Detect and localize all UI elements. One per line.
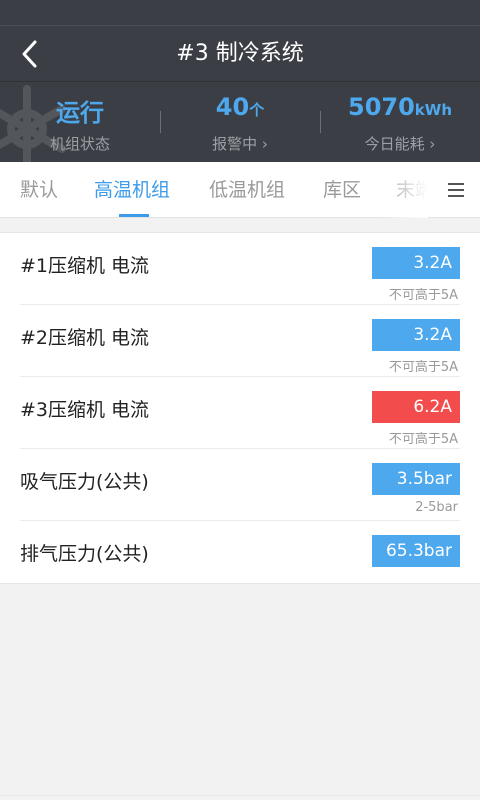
stat-divider <box>160 111 161 133</box>
back-arrow-icon <box>22 40 37 68</box>
tab-terminal[interactable]: 末端 <box>396 162 428 218</box>
back-button[interactable] <box>10 34 50 74</box>
stat-label: 机组状态 <box>49 135 110 153</box>
tab-bar: 默认 高温机组 低温机组 库区 末端 <box>0 162 480 218</box>
bottom-divider <box>0 795 480 796</box>
list-item[interactable]: #3压缩机 电流 6.2A 不可高于5A <box>0 377 480 449</box>
list-item[interactable]: #2压缩机 电流 3.2A 不可高于5A <box>0 305 480 377</box>
stat-unit: kWh <box>414 101 452 119</box>
tab-scroll[interactable]: 默认 高温机组 低温机组 库区 末端 <box>0 162 428 218</box>
item-value-badge: 65.3bar <box>372 535 460 567</box>
item-name: #2压缩机 电流 <box>20 327 150 349</box>
list-item[interactable]: #1压缩机 电流 3.2A 不可高于5A <box>0 233 480 305</box>
stat-energy[interactable]: 5070kWh 今日能耗 › <box>320 83 480 162</box>
item-value-badge: 3.2A <box>372 247 460 279</box>
header: #3 制冷系统 运行 机组状态 40个 报警中 › 5070kWh 今日能耗 › <box>0 26 480 162</box>
stats-bar: 运行 机组状态 40个 报警中 › 5070kWh 今日能耗 › <box>0 83 480 162</box>
stat-unit: 个 <box>249 101 265 119</box>
item-value-badge: 3.2A <box>372 319 460 351</box>
stat-divider <box>320 111 321 133</box>
stat-label: 今日能耗 › <box>364 135 436 153</box>
status-bar <box>0 0 480 26</box>
item-name: #3压缩机 电流 <box>20 399 150 421</box>
stat-value: 40 <box>215 93 250 121</box>
item-name: 排气压力(公共) <box>20 543 149 565</box>
hamburger-menu-icon <box>448 182 464 198</box>
title-bar: #3 制冷系统 <box>0 26 480 82</box>
item-value-badge-alarm: 6.2A <box>372 391 460 423</box>
stat-label: 报警中 › <box>212 135 268 153</box>
stat-unit-status: 运行 机组状态 <box>0 83 160 162</box>
item-limit: 不可高于5A <box>388 360 458 375</box>
tab-default[interactable]: 默认 <box>20 162 58 218</box>
item-name: #1压缩机 电流 <box>20 255 150 277</box>
tab-low-temp[interactable]: 低温机组 <box>209 162 285 218</box>
item-value-badge: 3.5bar <box>372 463 460 495</box>
stat-alarms[interactable]: 40个 报警中 › <box>160 83 320 162</box>
tab-menu-button[interactable] <box>432 162 480 218</box>
parameter-list: #1压缩机 电流 3.2A 不可高于5A #2压缩机 电流 3.2A 不可高于5… <box>0 232 480 584</box>
active-tab-indicator <box>119 214 149 217</box>
tab-high-temp[interactable]: 高温机组 <box>94 162 170 218</box>
list-item[interactable]: 排气压力(公共) 65.3bar <box>0 521 480 593</box>
stat-value: 5070 <box>348 93 415 121</box>
list-item[interactable]: 吸气压力(公共) 3.5bar 2-5bar <box>0 449 480 521</box>
item-name: 吸气压力(公共) <box>20 471 149 493</box>
item-limit: 2-5bar <box>415 500 458 515</box>
item-limit: 不可高于5A <box>388 288 458 303</box>
stat-value: 运行 <box>56 99 104 127</box>
item-limit: 不可高于5A <box>388 432 458 447</box>
page-title: #3 制冷系统 <box>176 41 304 66</box>
tab-storage[interactable]: 库区 <box>323 162 361 218</box>
